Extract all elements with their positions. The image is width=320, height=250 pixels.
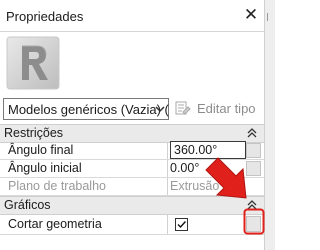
- row-button[interactable]: [246, 143, 261, 158]
- checkmark-icon: [177, 221, 187, 229]
- strip-mark: [267, 13, 274, 21]
- type-selector-row: Modelos genéricos (Vazia) ( Editar tipo: [0, 98, 264, 124]
- associate-parameter-button[interactable]: [246, 216, 261, 232]
- property-row-angulo-inicial[interactable]: Ângulo inicial 0.00°: [0, 160, 264, 178]
- section-header-graficos[interactable]: Gráficos: [0, 196, 264, 215]
- revit-family-icon: [6, 36, 60, 90]
- edit-type-icon: [175, 101, 191, 115]
- cortar-geometria-checkbox[interactable]: [175, 218, 188, 231]
- property-value: Extrusão: [170, 179, 220, 193]
- property-value: 360.00°: [174, 143, 218, 157]
- chevron-down-icon[interactable]: [155, 104, 165, 114]
- type-selector-dropdown[interactable]: Modelos genéricos (Vazia) (: [3, 98, 169, 120]
- property-name: Ângulo inicial: [8, 161, 82, 175]
- property-name: Ângulo final: [8, 143, 74, 157]
- section-label: Gráficos: [4, 198, 51, 212]
- collapse-chevron-icon[interactable]: [247, 127, 257, 139]
- property-row-angulo-final[interactable]: Ângulo final 360.00°: [0, 141, 264, 160]
- property-row-plano-de-trabalho: Plano de trabalho Extrusão: [0, 178, 264, 196]
- property-name: Cortar geometria: [8, 217, 102, 231]
- type-preview: [0, 32, 264, 98]
- property-value[interactable]: 0.00°: [170, 161, 246, 175]
- angulo-final-input[interactable]: 360.00°: [170, 141, 246, 159]
- column-divider: [167, 142, 168, 159]
- type-selector-value: Modelos genéricos (Vazia) (: [8, 102, 169, 117]
- edit-type-button[interactable]: Editar tipo: [175, 99, 263, 119]
- properties-palette: Propriedades ✕ Modelos genéricos (Vazia)…: [0, 0, 275, 250]
- dock-strip: [264, 0, 275, 250]
- close-icon[interactable]: ✕: [242, 6, 260, 24]
- column-divider: [167, 178, 168, 195]
- property-name: Plano de trabalho: [8, 179, 106, 193]
- edit-type-label: Editar tipo: [197, 101, 256, 116]
- palette-title: Propriedades: [6, 9, 84, 24]
- palette-empty-area: [0, 235, 264, 250]
- collapse-chevron-icon[interactable]: [247, 199, 257, 211]
- column-divider: [167, 160, 168, 177]
- palette-titlebar[interactable]: Propriedades ✕: [0, 0, 264, 32]
- section-label: Restrições: [4, 126, 64, 140]
- column-divider: [167, 214, 168, 234]
- row-button[interactable]: [246, 161, 261, 176]
- property-row-cortar-geometria[interactable]: Cortar geometria: [0, 214, 264, 235]
